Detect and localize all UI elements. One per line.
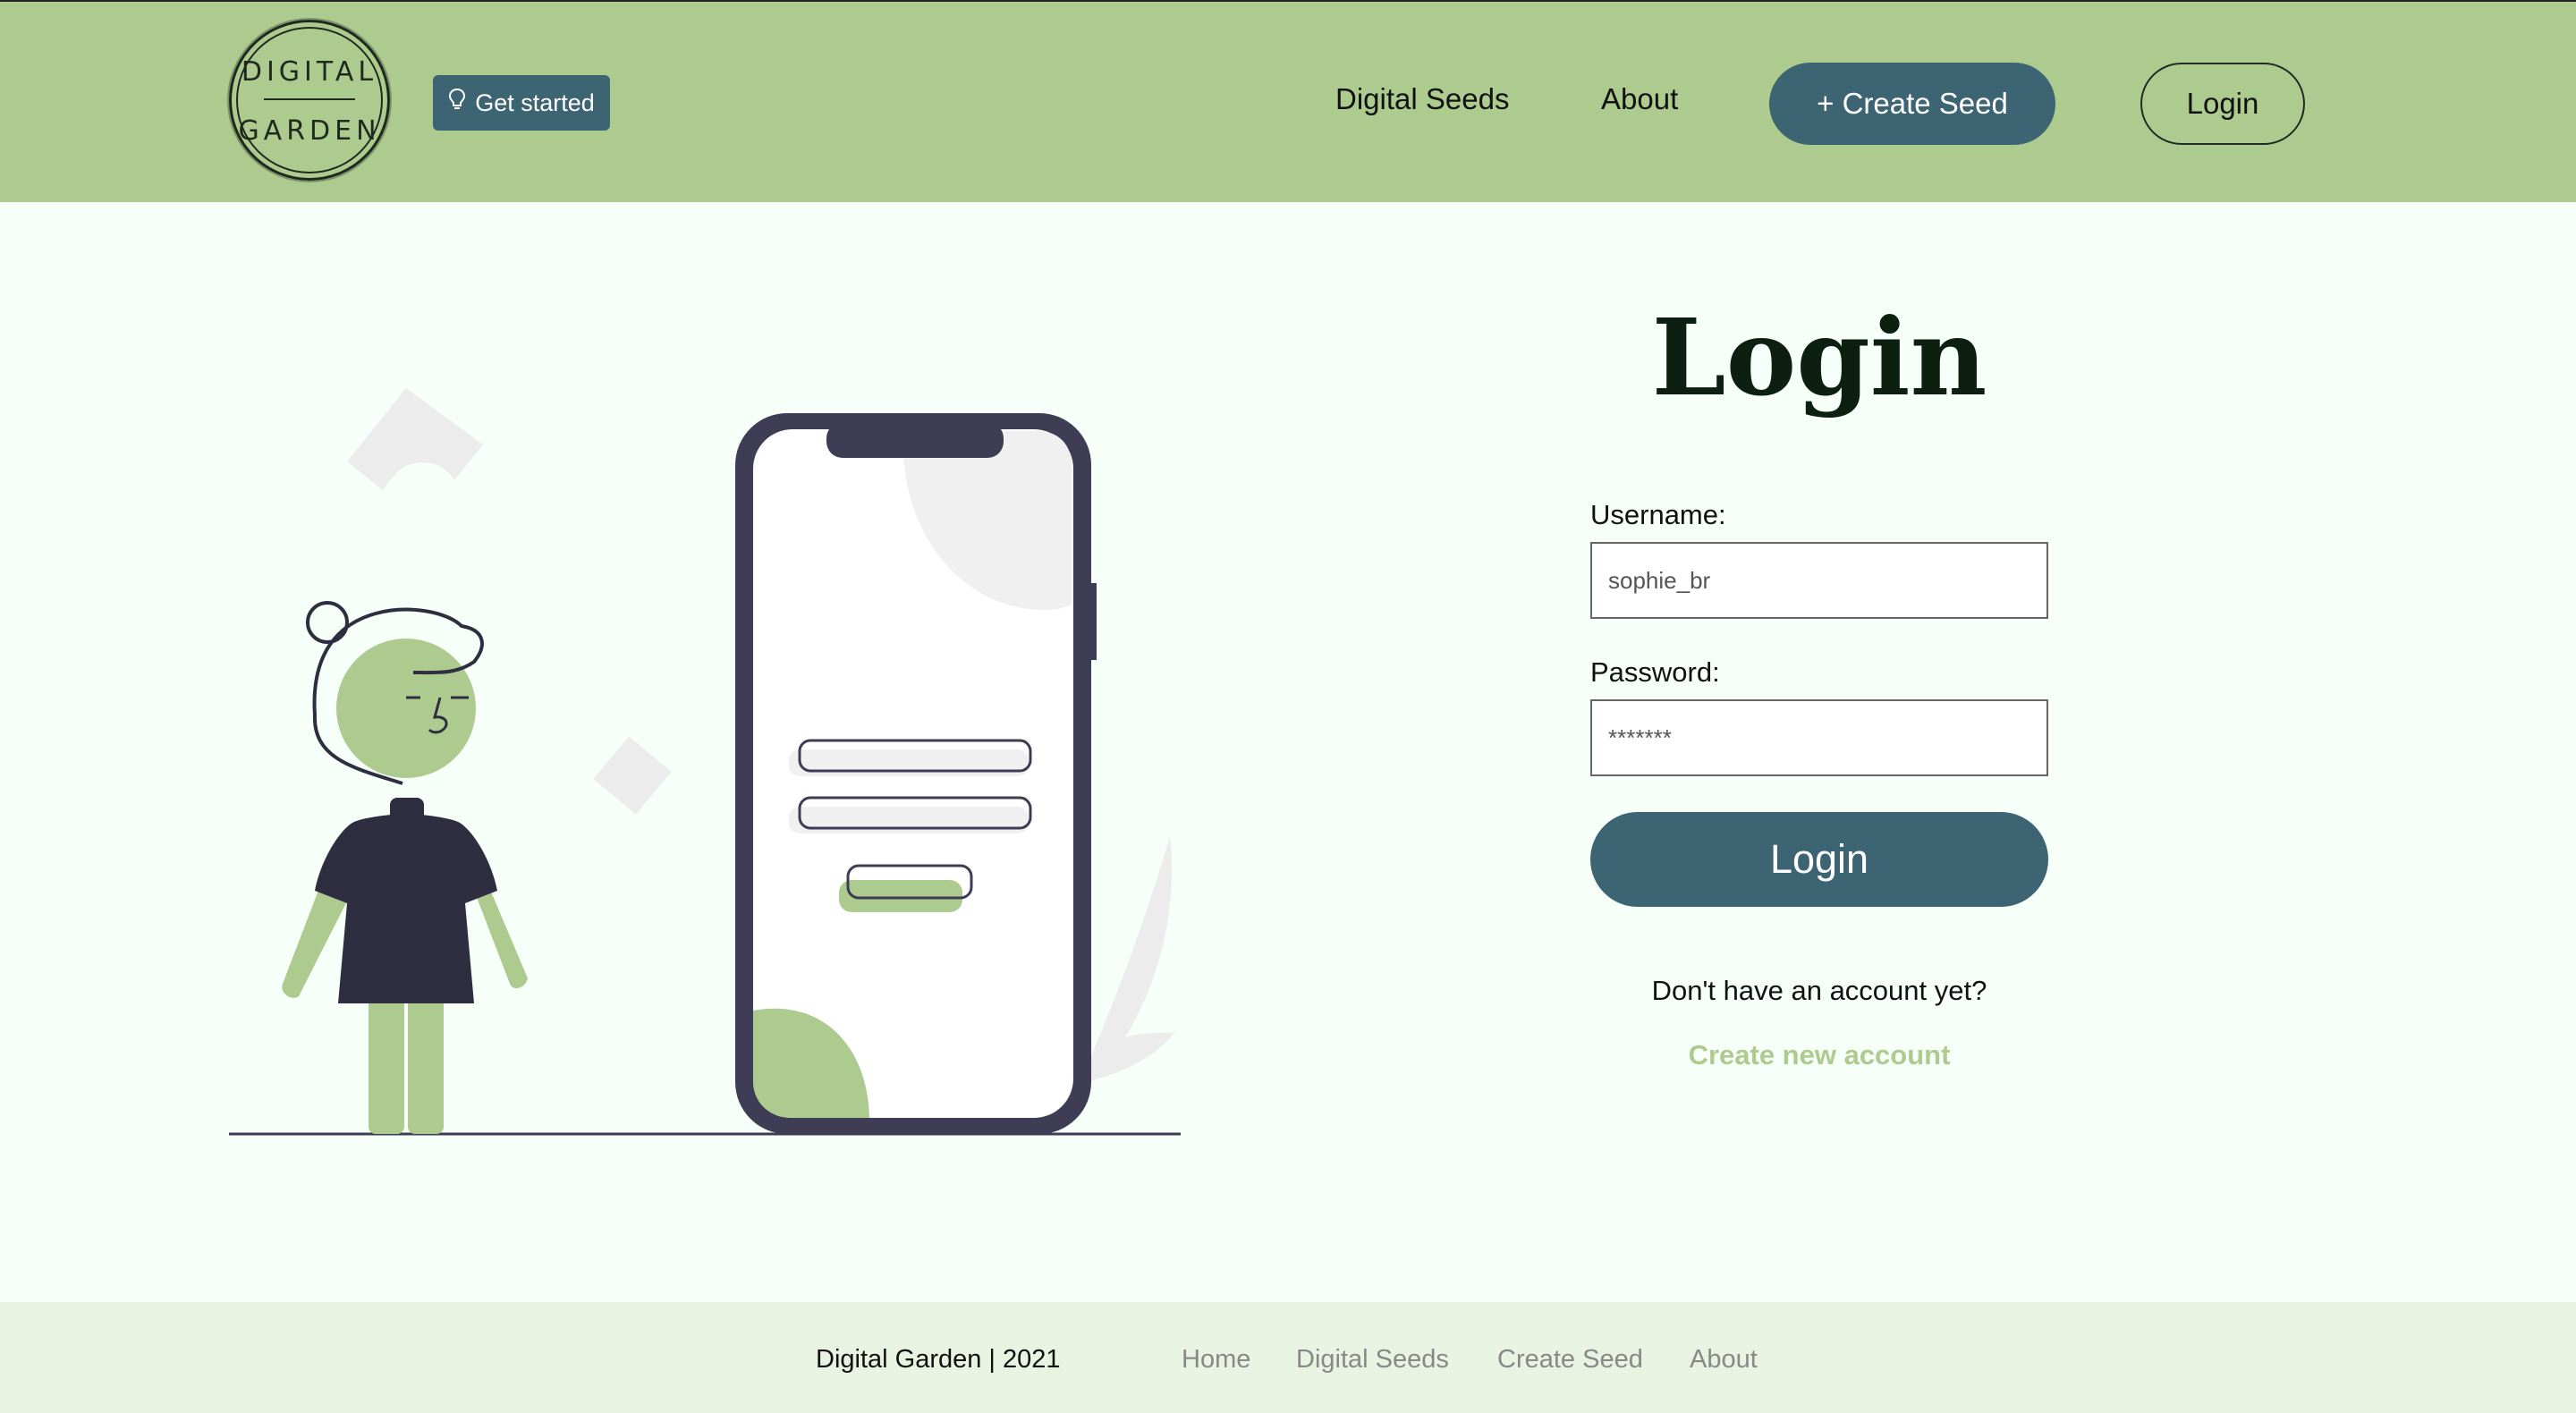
no-account-text: Don't have an account yet? bbox=[1651, 975, 1987, 1006]
decor-leaf bbox=[1084, 836, 1177, 1082]
logo-text-line2: GARDEN bbox=[238, 115, 381, 147]
person-leg-left bbox=[369, 993, 404, 1134]
get-started-button[interactable]: Get started bbox=[433, 75, 610, 131]
logo-inner-ring bbox=[236, 27, 383, 173]
nav-about[interactable]: About bbox=[1601, 82, 1678, 116]
decor-shape-top bbox=[347, 388, 483, 490]
login-title: Login bbox=[1651, 295, 1987, 419]
footer-link-create-seed[interactable]: Create Seed bbox=[1497, 1345, 1643, 1375]
footer-copyright: Digital Garden | 2021 bbox=[816, 1345, 1061, 1374]
create-seed-button[interactable]: + Create Seed bbox=[1769, 63, 2055, 145]
login-nav-button[interactable]: Login bbox=[2140, 63, 2305, 145]
footer-link-home[interactable]: Home bbox=[1182, 1345, 1250, 1375]
lightbulb-icon bbox=[448, 88, 466, 119]
site-footer: Digital Garden | 2021 Home Digital Seeds… bbox=[0, 1302, 2576, 1413]
person-leg-right bbox=[408, 993, 444, 1134]
person-hair-bun bbox=[306, 601, 349, 644]
get-started-label: Get started bbox=[475, 89, 595, 116]
login-illustration bbox=[0, 202, 1252, 1186]
phone-notch bbox=[826, 422, 1004, 458]
username-label: Username: bbox=[1590, 499, 1726, 530]
digital-garden-logo[interactable]: DIGITAL GARDEN bbox=[229, 20, 390, 181]
username-input[interactable]: sophie_br bbox=[1590, 542, 2048, 619]
password-label: Password: bbox=[1590, 656, 1720, 688]
person-face bbox=[336, 639, 476, 778]
logo-text-line1: DIGITAL bbox=[241, 56, 378, 88]
phone-side-button bbox=[1084, 583, 1097, 660]
create-account-link[interactable]: Create new account bbox=[1590, 1039, 2048, 1071]
decor-diamond bbox=[593, 736, 672, 815]
person-with-phone-illustration bbox=[229, 388, 1181, 1136]
phone-button-fill bbox=[839, 880, 962, 912]
login-submit-button[interactable]: Login bbox=[1590, 812, 2048, 907]
footer-link-digital-seeds[interactable]: Digital Seeds bbox=[1296, 1345, 1449, 1375]
password-input[interactable]: ******* bbox=[1590, 699, 2048, 776]
logo-divider bbox=[264, 98, 355, 100]
site-header: DIGITAL GARDEN Get started Digital Seeds… bbox=[0, 0, 2576, 202]
nav-digital-seeds[interactable]: Digital Seeds bbox=[1335, 82, 1509, 116]
footer-link-about[interactable]: About bbox=[1690, 1345, 1758, 1375]
